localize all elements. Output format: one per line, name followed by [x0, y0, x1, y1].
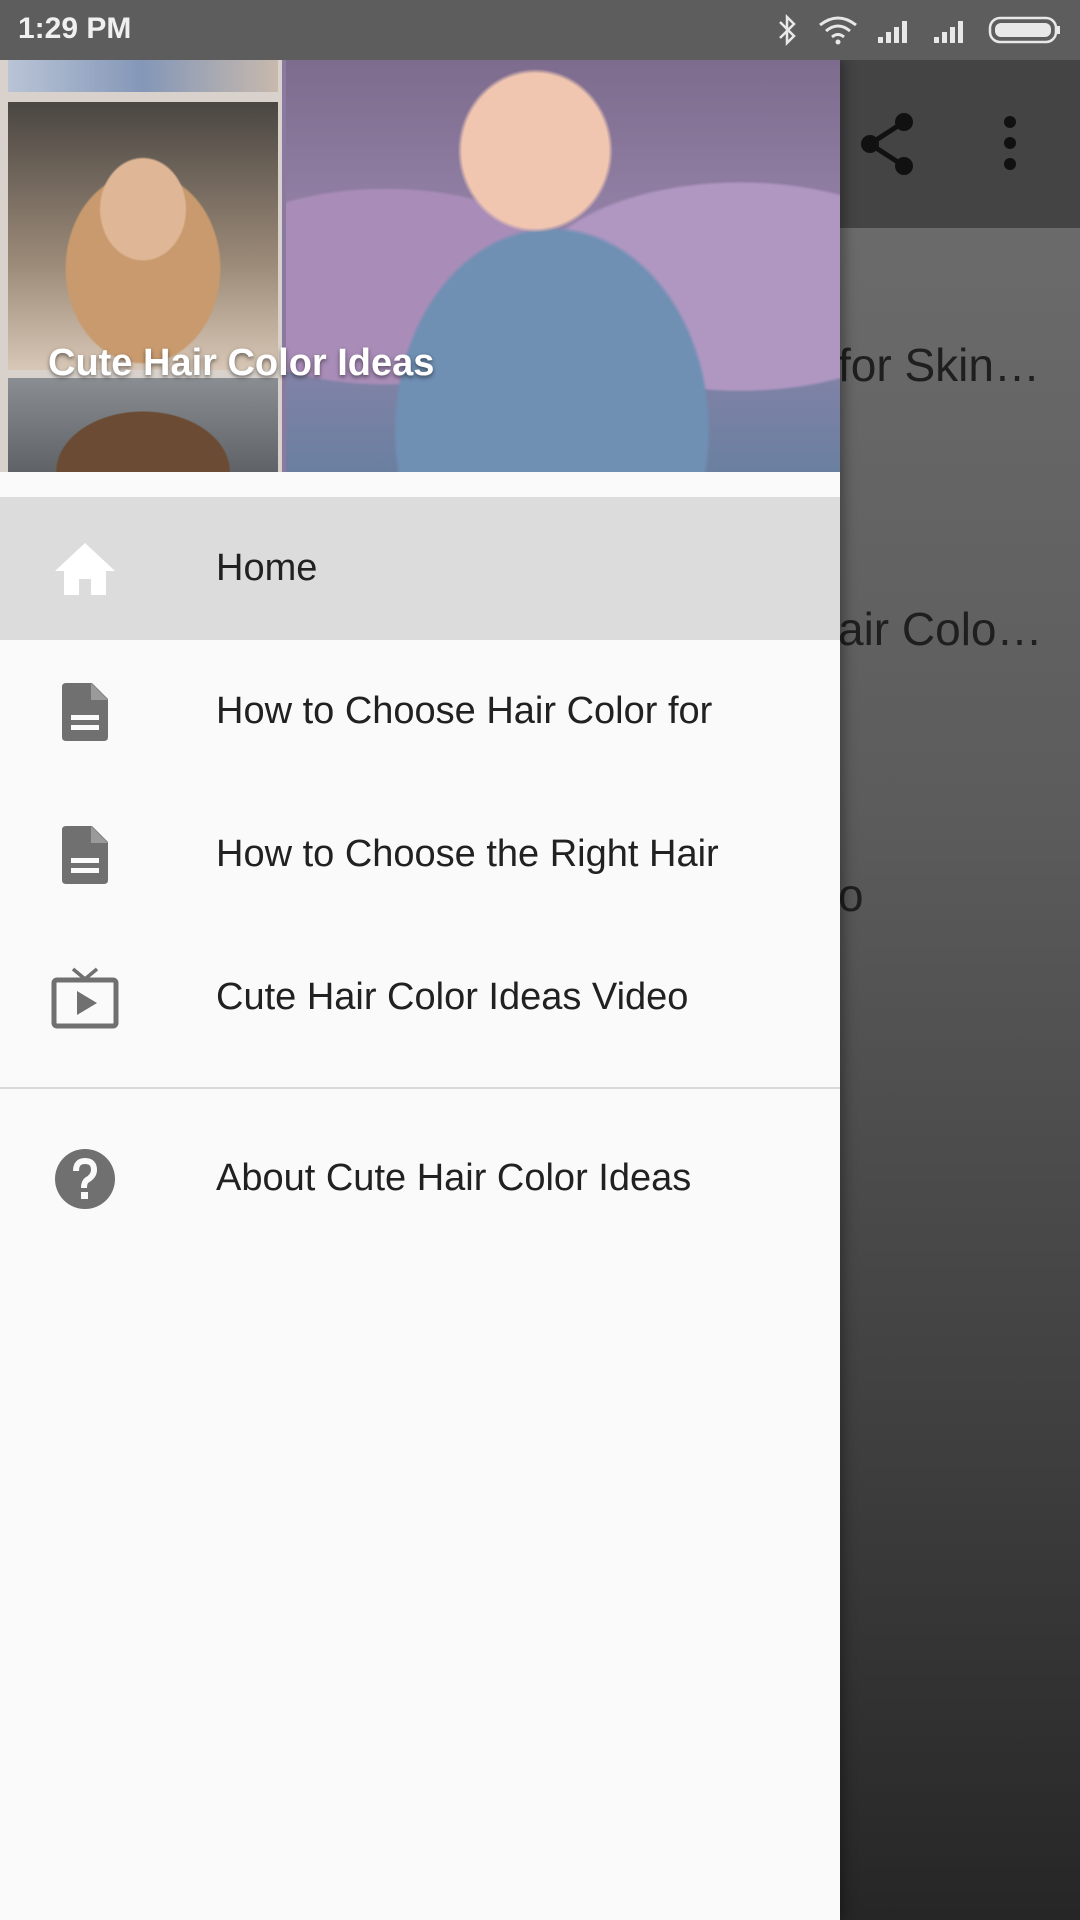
header-photo — [8, 378, 278, 472]
battery-icon — [988, 16, 1060, 44]
header-photo — [8, 102, 278, 370]
document-icon — [50, 677, 120, 747]
more-vert-icon[interactable] — [1000, 114, 1020, 174]
status-icons — [776, 12, 1062, 48]
navigation-drawer: Cute Hair Color Ideas Home How to Choose… — [0, 60, 840, 1920]
wifi-icon — [819, 16, 857, 45]
drawer-menu: Home How to Choose Hair Color for How to… — [0, 497, 840, 1250]
header-photo — [8, 60, 278, 92]
menu-divider — [0, 1087, 840, 1089]
drawer-header-title: Cute Hair Color Ideas — [48, 342, 435, 384]
menu-item-label: Home — [216, 547, 318, 589]
menu-item-choose-right-hair[interactable]: How to Choose the Right Hair — [0, 783, 840, 926]
home-icon — [50, 534, 120, 604]
background-list-item-text: air Colo… — [838, 603, 1043, 655]
menu-item-home[interactable]: Home — [0, 497, 840, 640]
menu-item-label: Cute Hair Color Ideas Video — [216, 976, 689, 1018]
menu-item-label: How to Choose the Right Hair — [216, 833, 719, 875]
menu-item-choose-hair-color[interactable]: How to Choose Hair Color for — [0, 640, 840, 783]
menu-item-label: How to Choose Hair Color for — [216, 690, 713, 732]
background-list-item-text: o — [838, 869, 864, 921]
document-icon — [50, 820, 120, 890]
bluetooth-icon — [779, 13, 796, 47]
status-bar: 1:29 PM — [0, 0, 1080, 60]
help-icon — [50, 1144, 120, 1214]
menu-item-about[interactable]: About Cute Hair Color Ideas — [0, 1107, 840, 1250]
tv-play-icon — [50, 963, 120, 1033]
signal-icon — [934, 21, 963, 43]
header-collage — [0, 60, 282, 472]
drawer-header: Cute Hair Color Ideas — [0, 60, 840, 472]
signal-icon — [878, 21, 907, 43]
header-main-photo — [286, 60, 840, 472]
share-icon[interactable] — [858, 112, 918, 176]
menu-item-video[interactable]: Cute Hair Color Ideas Video — [0, 926, 840, 1069]
background-list-item-text: for Skin… — [838, 339, 1040, 391]
menu-item-label: About Cute Hair Color Ideas — [216, 1157, 692, 1199]
status-time: 1:29 PM — [18, 12, 132, 45]
